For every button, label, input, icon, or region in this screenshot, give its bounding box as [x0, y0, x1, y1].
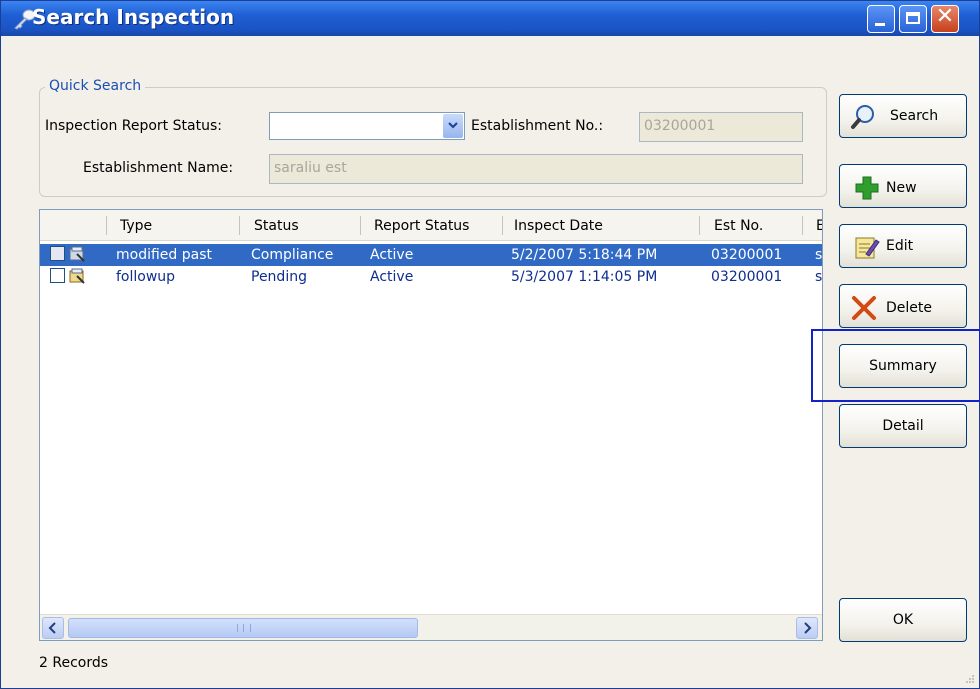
search-inspection-window: Search Inspection ✕ Quick Search Inspect… — [0, 0, 980, 689]
cell-status: Compliance — [251, 247, 334, 263]
column-header-type[interactable]: Type — [120, 210, 240, 240]
edit-button-label: Edit — [886, 238, 914, 254]
delete-x-icon — [852, 296, 876, 320]
search-button[interactable]: Search — [839, 94, 967, 138]
delete-button-label: Delete — [886, 300, 932, 316]
edit-icon — [855, 237, 880, 259]
establishment-name-field[interactable]: saraliu est — [269, 154, 803, 184]
resize-grip-icon[interactable] — [965, 674, 975, 684]
cell-extra: sa — [815, 269, 823, 285]
scroll-left-button[interactable] — [42, 617, 64, 639]
quick-search-legend: Quick Search — [45, 78, 146, 94]
grip-icon — [237, 624, 251, 632]
row-checkbox[interactable] — [50, 246, 65, 261]
table-row[interactable]: modified past Compliance Active 5/2/2007… — [40, 244, 822, 266]
column-header-extra[interactable]: E — [816, 210, 822, 240]
column-separator — [360, 216, 361, 235]
cell-inspect-date: 5/2/2007 5:18:44 PM — [511, 247, 658, 263]
chevron-right-icon — [804, 622, 812, 634]
inspection-icon — [69, 268, 85, 284]
inspection-list[interactable]: Type Status Report Status Inspect Date E… — [39, 209, 823, 641]
list-header: Type Status Report Status Inspect Date E… — [40, 210, 822, 241]
new-button[interactable]: New — [839, 164, 967, 208]
cell-est-no: 03200001 — [711, 269, 783, 285]
detail-button[interactable]: Detail — [839, 404, 967, 448]
establishment-name-label: Establishment Name: — [83, 160, 234, 176]
cell-report-status: Active — [370, 247, 414, 263]
chevron-left-icon — [48, 622, 56, 634]
ok-button[interactable]: OK — [839, 598, 967, 642]
cell-inspect-date: 5/3/2007 1:14:05 PM — [511, 269, 658, 285]
column-separator — [502, 216, 503, 235]
cell-est-no: 03200001 — [711, 247, 783, 263]
chevron-down-icon — [448, 122, 458, 129]
row-checkbox[interactable] — [50, 268, 65, 283]
scroll-right-button[interactable] — [796, 617, 818, 639]
close-button[interactable]: ✕ — [931, 4, 959, 33]
summary-button[interactable]: Summary — [839, 344, 967, 388]
cell-type: followup — [116, 269, 176, 285]
column-header-est-no[interactable]: Est No. — [714, 210, 794, 240]
maximize-button[interactable] — [899, 5, 927, 33]
inspection-icon — [69, 246, 85, 262]
window-title: Search Inspection — [32, 5, 235, 29]
record-count: 2 Records — [39, 655, 109, 671]
delete-button[interactable]: Delete — [839, 284, 967, 328]
report-status-label: Inspection Report Status: — [45, 118, 222, 134]
new-button-label: New — [886, 180, 917, 196]
minimize-button[interactable] — [867, 5, 895, 33]
ok-button-label: OK — [892, 612, 914, 628]
edit-button[interactable]: Edit — [839, 224, 967, 268]
column-separator — [802, 216, 803, 235]
column-header-status[interactable]: Status — [254, 210, 354, 240]
column-header-inspect-date[interactable]: Inspect Date — [514, 210, 694, 240]
search-button-label: Search — [890, 108, 939, 124]
table-row[interactable]: followup Pending Active 5/3/2007 1:14:05… — [40, 266, 822, 288]
establishment-no-field[interactable]: 03200001 — [639, 112, 803, 142]
scroll-thumb[interactable] — [68, 618, 418, 638]
cell-type: modified past — [116, 247, 212, 263]
column-header-report-status[interactable]: Report Status — [374, 210, 494, 240]
cell-extra: sa — [815, 247, 823, 263]
column-separator — [699, 216, 700, 235]
magnifier-icon — [851, 105, 874, 129]
report-status-select[interactable] — [269, 112, 465, 140]
column-separator — [239, 216, 240, 235]
cell-status: Pending — [251, 269, 307, 285]
cell-report-status: Active — [370, 269, 414, 285]
plus-icon — [855, 176, 879, 200]
summary-button-label: Summary — [869, 358, 937, 374]
detail-button-label: Detail — [882, 418, 924, 434]
column-separator — [106, 216, 107, 235]
horizontal-scrollbar[interactable] — [40, 614, 822, 640]
close-icon: ✕ — [935, 4, 955, 29]
dropdown-button[interactable] — [443, 114, 463, 138]
title-bar[interactable]: Search Inspection ✕ — [1, 1, 979, 36]
establishment-no-label: Establishment No.: — [471, 118, 604, 134]
